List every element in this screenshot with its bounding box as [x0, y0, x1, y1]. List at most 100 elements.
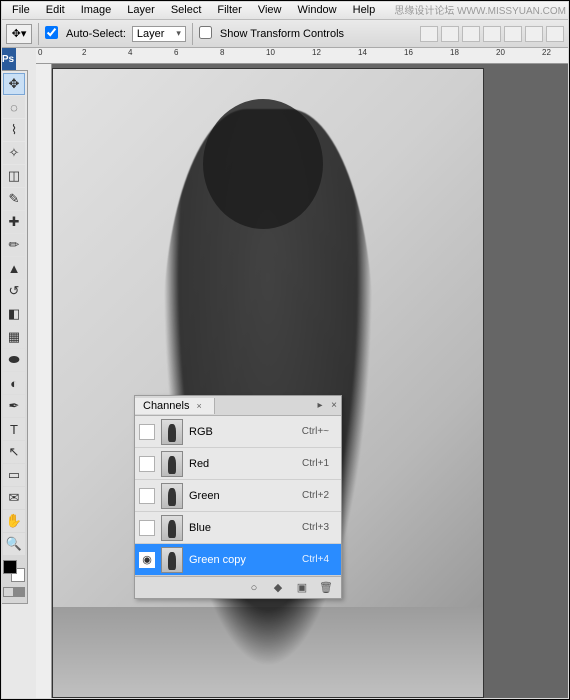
channel-row-green-copy[interactable]: ◉ Green copy Ctrl+4 — [135, 544, 341, 576]
delete-channel-icon[interactable]: 🗑 — [319, 581, 333, 595]
align-icon[interactable] — [504, 26, 522, 42]
ruler-tick-label: 22 — [542, 48, 551, 57]
document-canvas[interactable] — [52, 68, 484, 698]
toolbox: ✥ ◌ ⌇ ✧ ◫ ✎ ✚ ✏ ▲ ↺ ◧ ▦ ⬬ ◐ ✒ T ↖ ▭ ✉ ✋ … — [0, 70, 28, 604]
channel-label: Red — [189, 458, 296, 470]
brush-tool[interactable]: ✏ — [3, 234, 25, 256]
wand-tool[interactable]: ✧ — [3, 142, 25, 164]
eyedropper-tool[interactable]: ✎ — [3, 188, 25, 210]
stamp-tool[interactable]: ▲ — [3, 257, 25, 279]
channel-row-blue[interactable]: Blue Ctrl+3 — [135, 512, 341, 544]
align-icon[interactable] — [441, 26, 459, 42]
crop-tool[interactable]: ◫ — [3, 165, 25, 187]
lasso-tool[interactable]: ⌇ — [3, 119, 25, 141]
zoom-tool[interactable]: 🔍 — [3, 533, 25, 555]
tab-close-icon[interactable]: × — [193, 401, 206, 411]
channels-tab-label: Channels — [143, 400, 189, 412]
dodge-tool[interactable]: ◐ — [3, 372, 25, 394]
image-figure-head — [203, 99, 323, 229]
ruler-tick-label: 6 — [174, 48, 178, 57]
menu-layer[interactable]: Layer — [119, 2, 163, 18]
panel-close-icon[interactable]: × — [327, 400, 341, 411]
load-selection-icon[interactable]: ○ — [247, 581, 261, 595]
quick-mask-toggle[interactable] — [3, 587, 25, 597]
visibility-toggle[interactable] — [139, 424, 155, 440]
channel-label: Green copy — [189, 554, 296, 566]
ruler-vertical[interactable] — [36, 64, 52, 700]
visibility-toggle[interactable]: ◉ — [139, 552, 155, 568]
channel-thumbnail — [161, 547, 183, 573]
channel-label: Blue — [189, 522, 296, 534]
panel-menu-icon[interactable]: ▸ — [313, 400, 327, 411]
align-icon[interactable] — [546, 26, 564, 42]
channel-thumbnail — [161, 419, 183, 445]
type-tool[interactable]: T — [3, 418, 25, 440]
ruler-tick-label: 8 — [220, 48, 224, 57]
ruler-tick-label: 10 — [266, 48, 275, 57]
eraser-tool[interactable]: ◧ — [3, 303, 25, 325]
menu-window[interactable]: Window — [290, 2, 345, 18]
channel-shortcut: Ctrl+3 — [302, 522, 337, 533]
menu-file[interactable]: File — [4, 2, 38, 18]
align-icon[interactable] — [420, 26, 438, 42]
blur-tool[interactable]: ⬬ — [3, 349, 25, 371]
channel-thumbnail — [161, 451, 183, 477]
channel-label: RGB — [189, 426, 296, 438]
options-bar: ✥▾ Auto-Select: Layer Show Transform Con… — [0, 20, 570, 48]
canvas-area — [52, 64, 570, 700]
new-channel-icon[interactable]: ▣ — [295, 581, 309, 595]
tool-preset-picker[interactable]: ✥▾ — [6, 24, 32, 44]
watermark-text: 思缘设计论坛 WWW.MISSYUAN.COM — [394, 2, 566, 17]
align-icon[interactable] — [462, 26, 480, 42]
align-icon[interactable] — [483, 26, 501, 42]
channels-panel[interactable]: Channels × ▸ × RGB Ctrl+~ Red Ctrl+1 Gre… — [134, 395, 342, 599]
channel-label: Green — [189, 490, 296, 502]
separator — [38, 23, 39, 45]
foreground-color-swatch[interactable] — [3, 560, 17, 574]
menu-help[interactable]: Help — [345, 2, 384, 18]
path-tool[interactable]: ↖ — [3, 441, 25, 463]
panel-tab-bar[interactable]: Channels × ▸ × — [135, 396, 341, 416]
channels-tab[interactable]: Channels × — [135, 398, 215, 414]
menu-edit[interactable]: Edit — [38, 2, 73, 18]
separator — [192, 23, 193, 45]
pen-tool[interactable]: ✒ — [3, 395, 25, 417]
history-brush-tool[interactable]: ↺ — [3, 280, 25, 302]
auto-select-dropdown[interactable]: Layer — [132, 26, 186, 42]
align-icon[interactable] — [525, 26, 543, 42]
show-transform-label: Show Transform Controls — [220, 28, 344, 40]
visibility-toggle[interactable] — [139, 520, 155, 536]
channel-shortcut: Ctrl+~ — [302, 426, 337, 437]
menu-bar: File Edit Image Layer Select Filter View… — [0, 0, 570, 20]
channel-shortcut: Ctrl+2 — [302, 490, 337, 501]
channel-thumbnail — [161, 483, 183, 509]
menu-select[interactable]: Select — [163, 2, 210, 18]
gradient-tool[interactable]: ▦ — [3, 326, 25, 348]
visibility-toggle[interactable] — [139, 456, 155, 472]
healing-tool[interactable]: ✚ — [3, 211, 25, 233]
menu-image[interactable]: Image — [73, 2, 120, 18]
channel-row-red[interactable]: Red Ctrl+1 — [135, 448, 341, 480]
ruler-tick-label: 12 — [312, 48, 321, 57]
panel-footer: ○ ◆ ▣ 🗑 — [135, 576, 341, 598]
channel-row-rgb[interactable]: RGB Ctrl+~ — [135, 416, 341, 448]
save-selection-icon[interactable]: ◆ — [271, 581, 285, 595]
ruler-tick-label: 18 — [450, 48, 459, 57]
auto-select-checkbox[interactable] — [45, 26, 60, 42]
show-transform-checkbox[interactable] — [199, 26, 214, 42]
hand-tool[interactable]: ✋ — [3, 510, 25, 532]
menu-filter[interactable]: Filter — [209, 2, 249, 18]
shape-tool[interactable]: ▭ — [3, 464, 25, 486]
ruler-horizontal[interactable]: 0 2 4 6 8 10 12 14 16 18 20 22 — [36, 48, 570, 64]
channel-shortcut: Ctrl+1 — [302, 458, 337, 469]
notes-tool[interactable]: ✉ — [3, 487, 25, 509]
ruler-tick-label: 0 — [38, 48, 42, 57]
channel-thumbnail — [161, 515, 183, 541]
visibility-toggle[interactable] — [139, 488, 155, 504]
move-tool[interactable]: ✥ — [3, 73, 25, 95]
channel-row-green[interactable]: Green Ctrl+2 — [135, 480, 341, 512]
color-swatches[interactable] — [3, 560, 25, 582]
marquee-tool[interactable]: ◌ — [3, 96, 25, 118]
menu-view[interactable]: View — [250, 2, 290, 18]
ruler-tick-label: 14 — [358, 48, 367, 57]
